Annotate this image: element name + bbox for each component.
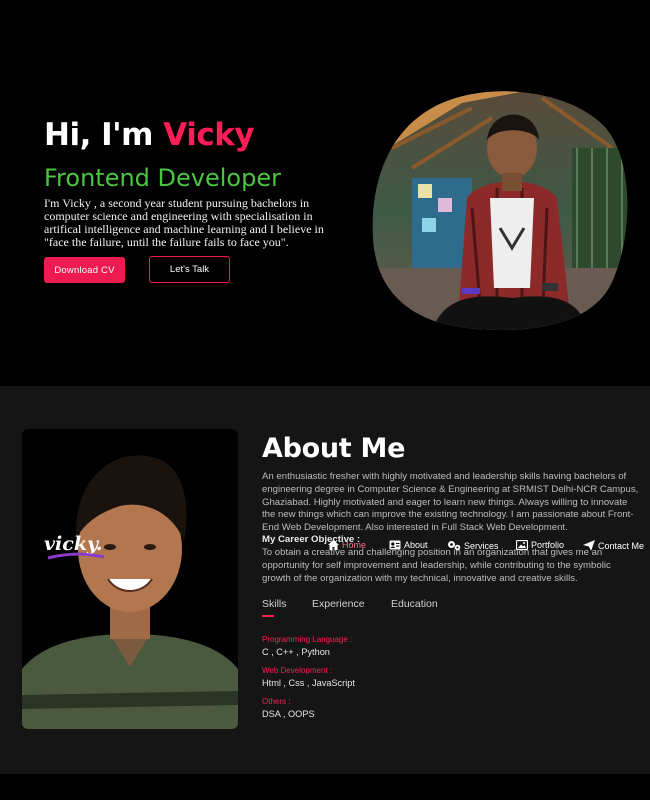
about-section: vicky. About Me An enthusiastic fresher … bbox=[0, 386, 650, 774]
main-nav: Home About Services Portfolio Contact Me bbox=[0, 540, 650, 554]
skill-label-programming: Programming Language : bbox=[262, 635, 353, 644]
nav-item-home[interactable]: Home bbox=[328, 540, 366, 550]
hero-name: Vicky bbox=[163, 117, 255, 153]
image-icon bbox=[516, 540, 528, 550]
skill-value-programming: C , C++ , Python bbox=[262, 647, 330, 657]
nav-item-label: About bbox=[404, 540, 428, 550]
nav-item-label: Portfolio bbox=[531, 540, 565, 550]
tab-skills[interactable]: Skills bbox=[262, 598, 287, 610]
gears-icon bbox=[448, 541, 461, 551]
hero-role: Frontend Developer bbox=[44, 164, 281, 192]
user-card-icon bbox=[389, 540, 401, 550]
nav-item-about[interactable]: About bbox=[389, 540, 428, 550]
about-title: About Me bbox=[262, 433, 406, 464]
hero-section: Hi, I'm Vicky Frontend Developer I'm Vic… bbox=[0, 0, 650, 386]
skill-label-others: Others : bbox=[262, 697, 291, 706]
active-tab-indicator bbox=[262, 615, 274, 617]
nav-item-services[interactable]: Services bbox=[447, 540, 499, 551]
tab-experience[interactable]: Experience bbox=[312, 598, 365, 610]
nav-item-contact[interactable]: Contact Me bbox=[583, 540, 644, 551]
skill-label-web: Web Development : bbox=[262, 666, 333, 675]
send-icon bbox=[583, 540, 595, 551]
footer-strip bbox=[0, 774, 650, 800]
hero-greeting: Hi, I'm bbox=[44, 117, 164, 153]
tab-education[interactable]: Education bbox=[391, 598, 438, 610]
nav-item-label: Contact Me bbox=[598, 540, 645, 551]
skill-value-others: DSA , OOPS bbox=[262, 709, 315, 719]
hero-description: I'm Vicky , a second year student pursui… bbox=[44, 196, 324, 249]
lets-talk-button[interactable]: Let's Talk bbox=[149, 256, 230, 283]
about-description: An enthusiastic fresher with highly moti… bbox=[262, 471, 639, 534]
home-icon bbox=[328, 540, 339, 550]
about-profile-photo: vicky. bbox=[22, 429, 238, 729]
nav-item-label: Services bbox=[464, 540, 499, 551]
skill-value-web: Html , Css , JavaScript bbox=[262, 678, 355, 688]
download-cv-button[interactable]: Download CV bbox=[44, 257, 125, 283]
nav-item-portfolio[interactable]: Portfolio bbox=[516, 540, 564, 550]
nav-item-label: Home bbox=[342, 540, 367, 550]
hero-profile-photo bbox=[372, 91, 628, 330]
hero-title: Hi, I'm Vicky bbox=[44, 117, 255, 153]
